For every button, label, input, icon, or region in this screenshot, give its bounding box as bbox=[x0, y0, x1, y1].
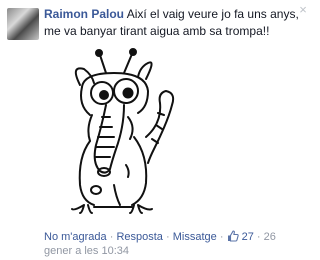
message-link[interactable]: Missatge bbox=[173, 231, 217, 243]
reply-link[interactable]: Resposta bbox=[116, 231, 162, 243]
like-count: 27 bbox=[241, 231, 254, 243]
thumbs-up-icon bbox=[227, 230, 239, 242]
comment-actions: No m'agrada · Resposta · Missatge · 27 ·… bbox=[44, 230, 306, 244]
comment-timestamp[interactable]: gener a les 10:34 bbox=[44, 244, 129, 258]
separator-dot: · bbox=[109, 231, 114, 243]
unlike-link[interactable]: No m'agrada bbox=[44, 231, 107, 243]
separator-dot: · bbox=[256, 231, 261, 243]
like-count-link[interactable]: 27 bbox=[227, 230, 257, 243]
cartoon-drawing bbox=[71, 48, 175, 214]
date-day: 26 bbox=[263, 231, 276, 243]
separator-dot: · bbox=[219, 231, 224, 243]
author-name-link[interactable]: Raimon Palou bbox=[44, 7, 124, 21]
comment-body: Raimon Palou Així el vaig veure jo fa un… bbox=[44, 6, 302, 40]
separator-dot: · bbox=[165, 231, 170, 243]
comment-photo[interactable] bbox=[44, 45, 188, 217]
author-avatar[interactable] bbox=[7, 8, 39, 40]
